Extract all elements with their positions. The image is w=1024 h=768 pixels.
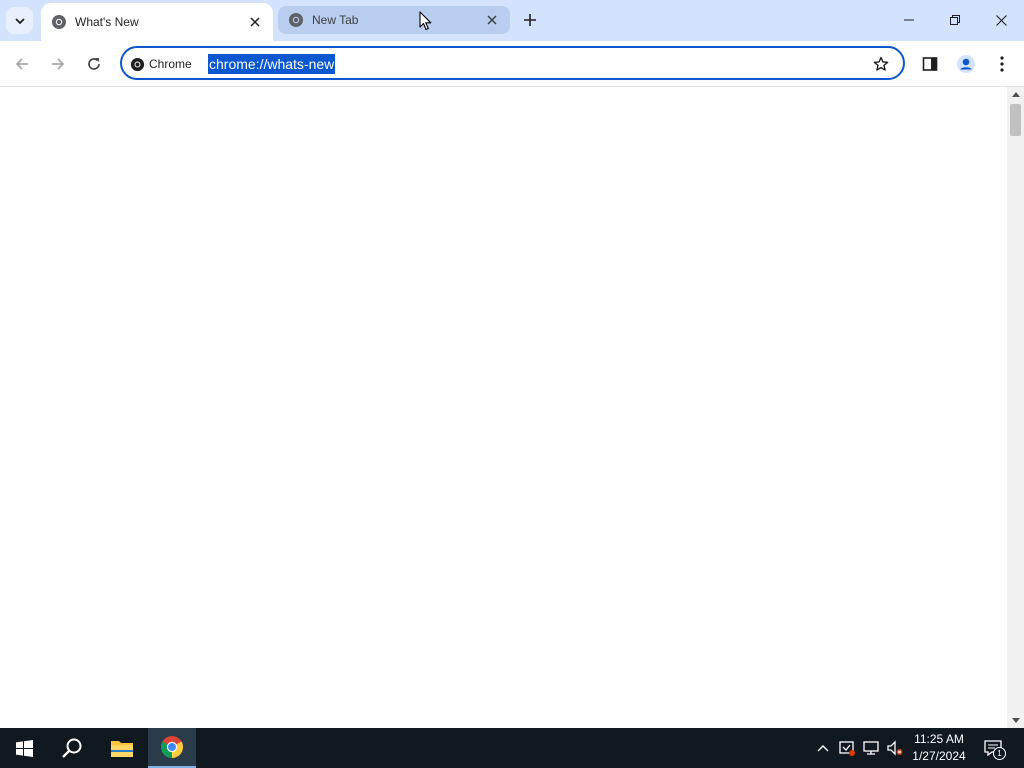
avatar-icon (957, 55, 975, 73)
scroll-up-arrow-icon[interactable] (1011, 89, 1020, 98)
tab-search-button[interactable] (6, 7, 33, 34)
chrome-taskbar-button[interactable] (148, 728, 196, 768)
url-text[interactable]: chrome://whats-new (208, 54, 336, 74)
windows-logo-icon (15, 739, 33, 757)
taskbar: 11:25 AM 1/27/2024 1 (0, 728, 1024, 768)
kebab-menu-icon (1000, 56, 1004, 72)
forward-arrow-icon (52, 58, 65, 70)
chrome-favicon-icon (289, 13, 303, 27)
chrome-logo-icon (161, 736, 183, 758)
bookmark-star-button[interactable] (871, 54, 891, 74)
start-button[interactable] (0, 728, 48, 768)
vertical-scrollbar[interactable] (1007, 87, 1024, 728)
address-bar[interactable]: Chrome chrome://whats-new (120, 46, 905, 80)
tab-title: What's New (75, 15, 139, 29)
show-hidden-icons-button[interactable] (813, 738, 833, 758)
restore-button[interactable] (932, 0, 978, 40)
close-window-button[interactable] (978, 0, 1024, 40)
site-info-chip[interactable]: Chrome (130, 54, 192, 74)
close-icon[interactable] (247, 14, 263, 30)
notification-count-badge: 1 (993, 747, 1006, 760)
search-button[interactable] (48, 728, 96, 768)
reload-icon (88, 58, 100, 70)
chevron-down-icon (14, 17, 25, 24)
volume-muted-icon[interactable] (885, 738, 905, 758)
minimize-icon (904, 19, 914, 21)
action-center-button[interactable]: 1 (978, 734, 1008, 762)
security-tray-icon[interactable] (837, 738, 857, 758)
tab-whats-new[interactable]: What's New (41, 3, 273, 41)
back-button[interactable] (7, 49, 37, 79)
scroll-thumb[interactable] (1010, 104, 1021, 136)
side-panel-icon (922, 57, 938, 71)
file-explorer-button[interactable] (98, 728, 146, 768)
chrome-logo-icon (130, 57, 145, 71)
taskbar-clock[interactable]: 11:25 AM 1/27/2024 (904, 731, 974, 765)
close-icon[interactable] (484, 12, 500, 28)
clock-time: 11:25 AM (914, 732, 964, 746)
tab-new-tab[interactable]: New Tab (278, 6, 510, 34)
new-tab-button[interactable] (518, 8, 542, 32)
toolbar: Chrome chrome://whats-new (0, 41, 1024, 87)
back-arrow-icon (15, 58, 28, 70)
network-icon[interactable] (861, 738, 881, 758)
reload-button[interactable] (79, 49, 109, 79)
clock-date: 1/27/2024 (912, 749, 966, 763)
chevron-up-icon (817, 745, 829, 752)
plus-icon (524, 14, 536, 26)
page-content (0, 87, 1007, 728)
profile-button[interactable] (951, 49, 981, 79)
folder-icon (111, 741, 133, 757)
close-icon (995, 14, 1007, 26)
chrome-favicon-icon (52, 15, 66, 29)
tab-strip: What's New New Tab (0, 0, 1024, 41)
scroll-down-arrow-icon[interactable] (1011, 716, 1020, 725)
star-icon (873, 56, 889, 71)
chip-label: Chrome (149, 57, 192, 71)
restore-icon (950, 15, 960, 25)
mouse-cursor-icon (419, 11, 432, 31)
search-icon (62, 738, 82, 758)
forward-button[interactable] (43, 49, 73, 79)
tab-title: New Tab (312, 13, 359, 27)
menu-button[interactable] (987, 49, 1017, 79)
side-panel-button[interactable] (915, 49, 945, 79)
minimize-button[interactable] (886, 0, 932, 40)
